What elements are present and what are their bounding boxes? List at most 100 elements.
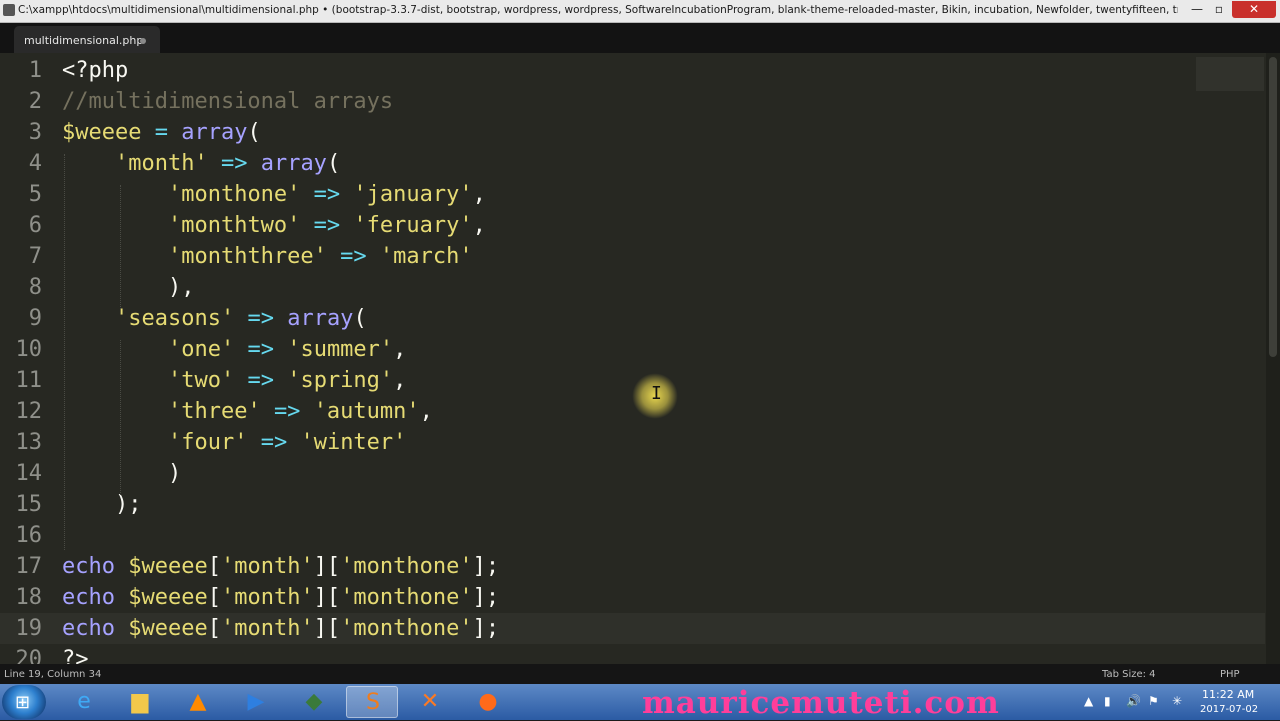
code-token: <?php: [62, 58, 129, 83]
code-text[interactable]: );: [62, 489, 142, 520]
code-line[interactable]: 14 ): [0, 458, 1265, 489]
flag-icon[interactable]: ⚑: [1148, 694, 1159, 708]
code-token: echo: [62, 554, 115, 579]
network-icon[interactable]: ✳: [1172, 694, 1182, 708]
taskbar-vlc[interactable]: ▲: [172, 686, 224, 718]
code-line[interactable]: 3 $weeee = array(: [0, 117, 1265, 148]
taskbar-sublime[interactable]: S: [346, 686, 398, 718]
window-title: C:\xampp\htdocs\multidimensional\multidi…: [18, 4, 1178, 16]
code-text[interactable]: echo $weeee['month']['monthone'];: [62, 582, 499, 613]
code-line[interactable]: 13 'four' => 'winter': [0, 427, 1265, 458]
taskbar-ie[interactable]: e: [58, 686, 110, 718]
code-line[interactable]: 7 'monththree' => 'march': [0, 241, 1265, 272]
code-token: =>: [340, 244, 367, 269]
code-text[interactable]: 'seasons' => array(: [62, 303, 367, 334]
code-line[interactable]: 16: [0, 520, 1265, 551]
code-line[interactable]: 10 'one' => 'summer',: [0, 334, 1265, 365]
line-number: 17: [15, 554, 43, 579]
code-text[interactable]: 'monthone' => 'january',: [62, 179, 486, 210]
code-token: ];: [472, 616, 500, 641]
tab-size-indicator[interactable]: Tab Size: 4: [1102, 669, 1156, 680]
code-text[interactable]: 'month' => array(: [62, 148, 340, 179]
code-line[interactable]: 2 //multidimensional arrays: [0, 86, 1265, 117]
line-number: 7: [28, 244, 42, 269]
code-text[interactable]: 'four' => 'winter': [62, 427, 406, 458]
scrollbar-thumb[interactable]: [1269, 57, 1277, 357]
maximize-button[interactable]: ▫: [1208, 1, 1230, 18]
minimize-button[interactable]: —: [1186, 1, 1208, 18]
code-text[interactable]: ): [62, 458, 181, 489]
clock-date[interactable]: 2017-07-02: [1200, 704, 1258, 715]
code-line[interactable]: 8 ),: [0, 272, 1265, 303]
line-number: 4: [28, 151, 42, 176]
code-token: $weeee: [128, 585, 208, 610]
code-line[interactable]: 19 echo $weeee['month']['monthone'];: [0, 613, 1265, 644]
volume-icon[interactable]: 🔊: [1126, 694, 1141, 708]
code-line[interactable]: 17 echo $weeee['month']['monthone'];: [0, 551, 1265, 582]
code-line[interactable]: 6 'monthtwo' => 'feruary',: [0, 210, 1265, 241]
code-token: =>: [273, 399, 301, 424]
code-line[interactable]: 4 'month' => array(: [0, 148, 1265, 179]
code-token: =: [154, 120, 168, 145]
code-token: 'feruary': [353, 213, 473, 238]
code-token: ): [62, 461, 182, 486]
taskbar-firefox[interactable]: ●: [462, 686, 514, 718]
vertical-scrollbar[interactable]: [1266, 53, 1280, 664]
minimap[interactable]: [1196, 57, 1264, 91]
code-text[interactable]: //multidimensional arrays: [62, 86, 393, 117]
code-text[interactable]: echo $weeee['month']['monthone'];: [62, 551, 499, 582]
taskbar-xampp[interactable]: ✕: [404, 686, 456, 718]
code-text[interactable]: 'three' => 'autumn',: [62, 396, 433, 427]
code-token: 'spring': [287, 368, 394, 393]
code-text[interactable]: ?>: [62, 644, 89, 664]
show-hidden-icons-icon[interactable]: ▲: [1084, 694, 1093, 708]
indent-guide: [64, 154, 65, 550]
close-button[interactable]: ✕: [1232, 1, 1276, 18]
code-token: 'three': [167, 399, 261, 424]
code-token: 'summer': [287, 337, 394, 362]
code-text[interactable]: 'monththree' => 'march': [62, 241, 473, 272]
code-line[interactable]: 9 'seasons' => array(: [0, 303, 1265, 334]
tab-bar: multidimensional.php: [0, 23, 1280, 53]
system-tray: ▲ ▮ 🔊 ⚑ ✳ 11:22 AM 2017-07-02: [1080, 684, 1280, 720]
code-line[interactable]: 20 ?>: [0, 644, 1265, 664]
tab-multidimensional-php[interactable]: multidimensional.php: [14, 26, 160, 53]
code-line[interactable]: 15 );: [0, 489, 1265, 520]
code-text[interactable]: 'two' => 'spring',: [62, 365, 406, 396]
code-text[interactable]: <?php: [62, 55, 128, 86]
line-number: 19: [15, 616, 43, 641]
device-icon[interactable]: ▮: [1104, 694, 1111, 708]
code-line[interactable]: 5 'monthone' => 'january',: [0, 179, 1265, 210]
taskbar-media-player[interactable]: ▶: [230, 686, 282, 718]
code-editor[interactable]: 1 <?php 2 //multidimensional arrays 3 $weeee …: [0, 53, 1280, 664]
code-text[interactable]: $weeee = array(: [62, 117, 261, 148]
unsaved-dot-icon[interactable]: [140, 38, 146, 44]
taskbar-explorer[interactable]: ▆: [114, 686, 166, 718]
syntax-indicator[interactable]: PHP: [1220, 669, 1240, 680]
code-text[interactable]: ),: [62, 272, 195, 303]
code-token: ,: [472, 182, 486, 207]
code-token: 'march': [379, 244, 473, 269]
code-token: 'month': [220, 554, 314, 579]
code-text[interactable]: echo $weeee['month']['monthone'];: [62, 613, 499, 644]
code-line[interactable]: 1 <?php: [0, 55, 1265, 86]
clock-time[interactable]: 11:22 AM: [1202, 688, 1254, 701]
vlc-cone-icon: ▲: [189, 689, 207, 714]
code-line[interactable]: 18 echo $weeee['month']['monthone'];: [0, 582, 1265, 613]
play-icon: ▶: [247, 689, 265, 714]
sublime-text-icon: S: [366, 690, 380, 715]
start-button[interactable]: ⊞: [2, 685, 46, 719]
code-token: $weeee: [62, 120, 142, 145]
code-text[interactable]: 'one' => 'summer',: [62, 334, 406, 365]
taskbar-app[interactable]: ◆: [288, 686, 340, 718]
code-text[interactable]: 'monthtwo' => 'feruary',: [62, 210, 486, 241]
